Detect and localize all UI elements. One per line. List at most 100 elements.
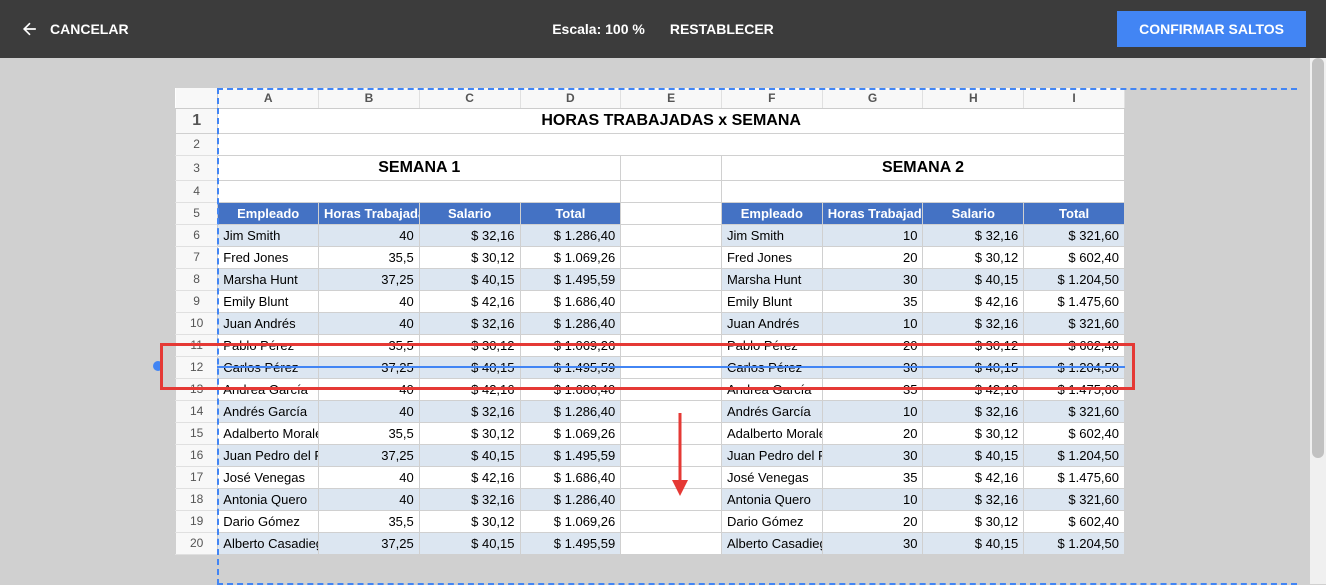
cell[interactable]: Antonia Quero	[218, 488, 319, 510]
cell[interactable]: 30	[822, 532, 923, 554]
cell[interactable]: 35	[822, 378, 923, 400]
cell[interactable]: $ 1.204,50	[1024, 532, 1125, 554]
cell[interactable]	[621, 268, 722, 290]
cell[interactable]	[621, 466, 722, 488]
cell[interactable]: 20	[822, 246, 923, 268]
confirm-button[interactable]: CONFIRMAR SALTOS	[1117, 11, 1306, 47]
row-header[interactable]: 4	[176, 180, 218, 202]
col-title[interactable]: Horas Trabajadas	[319, 202, 420, 224]
col-header[interactable]: H	[923, 88, 1024, 108]
cell[interactable]: Dario Gómez	[218, 510, 319, 532]
scale-label[interactable]: Escala: 100 %	[552, 21, 645, 37]
cell[interactable]: 37,25	[319, 356, 420, 378]
row-header[interactable]: 19	[176, 510, 218, 532]
cell[interactable]: $ 42,16	[419, 290, 520, 312]
cell[interactable]: $ 321,60	[1024, 312, 1125, 334]
cell[interactable]: $ 1.495,59	[520, 532, 621, 554]
cell[interactable]: $ 32,16	[923, 312, 1024, 334]
cell[interactable]	[621, 334, 722, 356]
col-title[interactable]: Horas Trabajadas	[822, 202, 923, 224]
cell[interactable]: Juan Andrés	[721, 312, 822, 334]
cell[interactable]: $ 30,12	[923, 510, 1024, 532]
cell[interactable]	[218, 180, 621, 202]
row-header[interactable]: 16	[176, 444, 218, 466]
row-header[interactable]: 14	[176, 400, 218, 422]
cell[interactable]: 35,5	[319, 510, 420, 532]
cell[interactable]: Carlos Pérez	[721, 356, 822, 378]
cell[interactable]: $ 32,16	[419, 312, 520, 334]
cell[interactable]: $ 40,15	[923, 356, 1024, 378]
cell[interactable]: Adalberto Morales	[218, 422, 319, 444]
cell[interactable]: Marsha Hunt	[218, 268, 319, 290]
cell[interactable]	[621, 180, 722, 202]
cell[interactable]: Fred Jones	[218, 246, 319, 268]
row-header[interactable]: 9	[176, 290, 218, 312]
row-header[interactable]: 11	[176, 334, 218, 356]
cell[interactable]: $ 1.069,26	[520, 334, 621, 356]
col-title[interactable]: Salario	[923, 202, 1024, 224]
cell[interactable]: Fred Jones	[721, 246, 822, 268]
cell[interactable]	[621, 532, 722, 554]
cell[interactable]: Juan Pedro del Rosario	[218, 444, 319, 466]
cell[interactable]: $ 321,60	[1024, 488, 1125, 510]
cell[interactable]: $ 602,40	[1024, 510, 1125, 532]
cell[interactable]: Dario Gómez	[721, 510, 822, 532]
cell[interactable]	[621, 312, 722, 334]
cell[interactable]: $ 1.069,26	[520, 422, 621, 444]
cell[interactable]: $ 32,16	[419, 400, 520, 422]
row-header[interactable]: 13	[176, 378, 218, 400]
cell[interactable]: $ 30,12	[923, 334, 1024, 356]
cell[interactable]: $ 42,16	[923, 290, 1024, 312]
row-header[interactable]: 3	[176, 155, 218, 180]
cell[interactable]: Andrés García	[218, 400, 319, 422]
cell[interactable]: $ 30,12	[923, 422, 1024, 444]
cell[interactable]: $ 30,12	[419, 246, 520, 268]
cell[interactable]: $ 42,16	[419, 466, 520, 488]
cell[interactable]	[721, 180, 1124, 202]
cell[interactable]: 40	[319, 378, 420, 400]
vertical-scrollbar[interactable]	[1310, 58, 1326, 584]
cell[interactable]: $ 32,16	[923, 488, 1024, 510]
row-header[interactable]: 7	[176, 246, 218, 268]
cell[interactable]: $ 321,60	[1024, 400, 1125, 422]
cell[interactable]: 40	[319, 488, 420, 510]
cell[interactable]: $ 1.686,40	[520, 378, 621, 400]
cell[interactable]: Alberto Casadiego	[721, 532, 822, 554]
cell[interactable]: 40	[319, 312, 420, 334]
cell[interactable]: $ 40,15	[419, 356, 520, 378]
cell[interactable]: 35	[822, 290, 923, 312]
cell[interactable]	[621, 444, 722, 466]
cell[interactable]: Andrea García	[218, 378, 319, 400]
cell[interactable]: $ 42,16	[419, 378, 520, 400]
col-header[interactable]: A	[218, 88, 319, 108]
cell[interactable]: 35,5	[319, 422, 420, 444]
cell[interactable]: $ 40,15	[419, 268, 520, 290]
cell[interactable]: Pablo Pérez	[218, 334, 319, 356]
cell[interactable]	[621, 378, 722, 400]
cell[interactable]	[621, 356, 722, 378]
cell[interactable]: 37,25	[319, 268, 420, 290]
cell[interactable]: 30	[822, 268, 923, 290]
row-header[interactable]: 12	[176, 356, 218, 378]
cell[interactable]: $ 1.475,60	[1024, 290, 1125, 312]
row-header[interactable]: 8	[176, 268, 218, 290]
cell[interactable]: $ 1.204,50	[1024, 356, 1125, 378]
row-header[interactable]: 5	[176, 202, 218, 224]
semana1-header[interactable]: SEMANA 1	[218, 155, 621, 180]
cell[interactable]: 30	[822, 356, 923, 378]
col-header[interactable]: F	[721, 88, 822, 108]
cell[interactable]: Alberto Casadiego	[218, 532, 319, 554]
cell[interactable]: Carlos Pérez	[218, 356, 319, 378]
cell[interactable]: $ 1.495,59	[520, 268, 621, 290]
cell[interactable]: Marsha Hunt	[721, 268, 822, 290]
cell[interactable]: $ 1.495,59	[520, 356, 621, 378]
cell[interactable]: $ 1.475,60	[1024, 378, 1125, 400]
cell[interactable]: 40	[319, 400, 420, 422]
cell[interactable]: 40	[319, 290, 420, 312]
cell[interactable]: $ 32,16	[419, 224, 520, 246]
cell[interactable]: $ 30,12	[419, 422, 520, 444]
col-title[interactable]: Total	[1024, 202, 1125, 224]
cell[interactable]: 10	[822, 312, 923, 334]
col-header[interactable]: C	[419, 88, 520, 108]
cell[interactable]: $ 1.069,26	[520, 510, 621, 532]
